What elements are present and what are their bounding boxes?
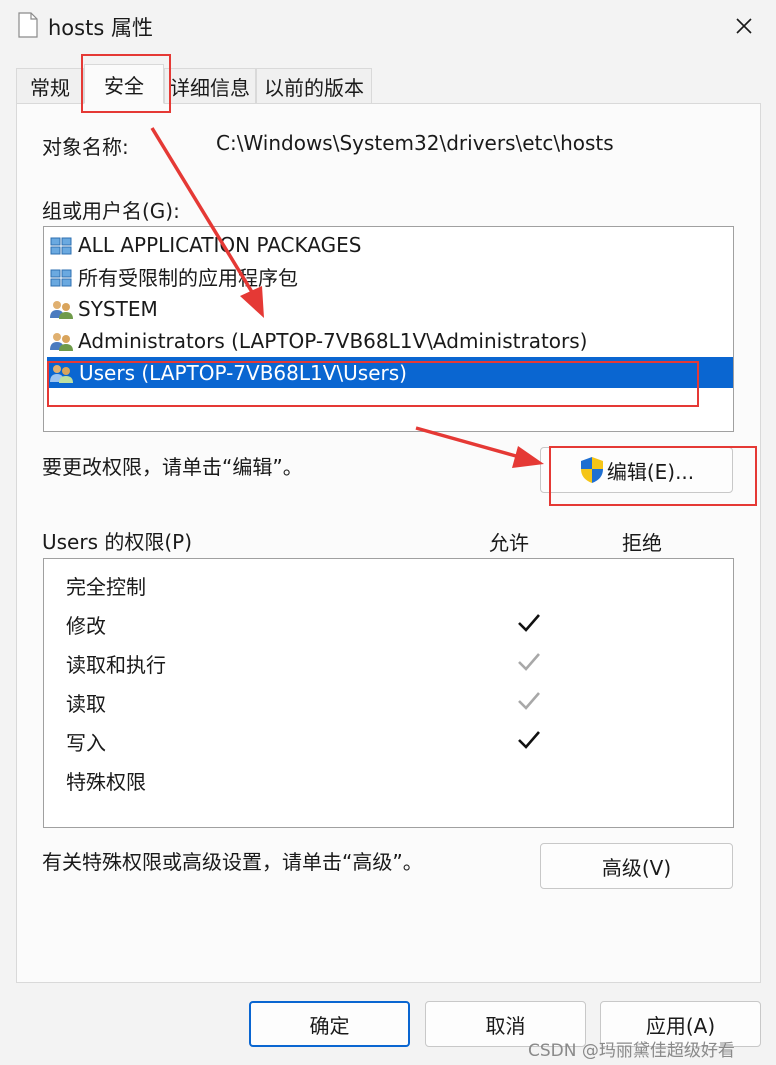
permission-name: 写入 bbox=[66, 731, 106, 755]
watermark: CSDN @玛丽黛佳超级好看 bbox=[528, 1041, 735, 1061]
object-name-value: C:\Windows\System32\drivers\etc\hosts bbox=[216, 131, 614, 155]
permission-row-full-control: 完全控制 bbox=[66, 565, 726, 604]
uac-shield-icon bbox=[580, 457, 603, 483]
advanced-button-label: 高级(V) bbox=[601, 855, 672, 880]
group-item-all-application-packages[interactable]: ALL APPLICATION PACKAGES bbox=[47, 229, 733, 260]
tab-general[interactable]: 常规 bbox=[16, 68, 84, 104]
ok-button[interactable]: 确定 bbox=[249, 1001, 410, 1047]
permission-row-write: 写入 bbox=[66, 721, 726, 760]
checkmark-icon bbox=[518, 692, 540, 710]
deny-column-header: 拒绝 bbox=[622, 531, 662, 555]
groups-listbox[interactable]: ALL APPLICATION PACKAGES 所有受限制的应用程序包 SYS… bbox=[43, 226, 734, 432]
permission-row-special: 特殊权限 bbox=[66, 760, 726, 799]
users-group-icon bbox=[50, 364, 73, 383]
group-item-restricted-packages[interactable]: 所有受限制的应用程序包 bbox=[47, 261, 733, 292]
tab-security[interactable]: 安全 bbox=[84, 64, 164, 104]
permission-row-read-execute: 读取和执行 bbox=[66, 643, 726, 682]
close-button[interactable] bbox=[716, 4, 772, 48]
checkmark-icon bbox=[518, 614, 540, 632]
tab-label: 详细信息 bbox=[170, 76, 250, 100]
permission-name: 特殊权限 bbox=[66, 770, 146, 794]
ok-button-label: 确定 bbox=[309, 1013, 350, 1038]
group-name: 所有受限制的应用程序包 bbox=[78, 266, 298, 290]
package-group-icon bbox=[50, 269, 72, 286]
permissions-label: Users 的权限(P) bbox=[42, 530, 193, 554]
group-item-users[interactable]: Users (LAPTOP-7VB68L1V\Users) bbox=[47, 357, 733, 388]
users-group-icon bbox=[50, 300, 73, 319]
permission-row-modify: 修改 bbox=[66, 604, 726, 643]
checkmark-icon bbox=[518, 653, 540, 671]
group-item-system[interactable]: SYSTEM bbox=[47, 293, 733, 324]
window-title: hosts 属性 bbox=[48, 16, 153, 40]
groups-label: 组或用户名(G): bbox=[42, 199, 180, 223]
group-item-administrators[interactable]: Administrators (LAPTOP-7VB68L1V\Administ… bbox=[47, 325, 733, 356]
edit-hint: 要更改权限，请单击“编辑”。 bbox=[42, 455, 303, 479]
advanced-button[interactable]: 高级(V) bbox=[540, 843, 733, 889]
group-name: SYSTEM bbox=[78, 296, 158, 321]
checkmark-icon bbox=[518, 731, 540, 749]
group-name: ALL APPLICATION PACKAGES bbox=[78, 232, 362, 257]
cancel-button-label: 取消 bbox=[485, 1013, 526, 1038]
permission-row-read: 读取 bbox=[66, 682, 726, 721]
tab-previous-versions[interactable]: 以前的版本 bbox=[256, 68, 372, 104]
properties-window: hosts 属性 常规 安全 详细信息 以前的版本 对象名称: C:\Windo… bbox=[0, 0, 776, 1065]
advanced-hint: 有关特殊权限或高级设置，请单击“高级”。 bbox=[42, 850, 423, 874]
tab-label: 安全 bbox=[104, 73, 144, 98]
permission-name: 读取和执行 bbox=[66, 653, 166, 677]
tab-label: 以前的版本 bbox=[264, 76, 364, 100]
edit-button[interactable]: 编辑(E)... bbox=[540, 447, 733, 493]
permission-name: 完全控制 bbox=[66, 575, 146, 599]
close-icon bbox=[736, 18, 752, 34]
group-name: Users (LAPTOP-7VB68L1V\Users) bbox=[78, 359, 410, 386]
edit-button-label: 编辑(E)... bbox=[606, 459, 695, 484]
apply-button-label: 应用(A) bbox=[645, 1013, 716, 1038]
permission-name: 修改 bbox=[66, 614, 106, 638]
allow-column-header: 允许 bbox=[489, 531, 529, 555]
tab-label: 常规 bbox=[30, 76, 70, 100]
package-group-icon bbox=[50, 237, 72, 254]
object-name-label: 对象名称: bbox=[42, 135, 129, 159]
tab-details[interactable]: 详细信息 bbox=[164, 68, 256, 104]
users-group-icon bbox=[50, 332, 73, 351]
permission-name: 读取 bbox=[66, 692, 106, 716]
permissions-listbox: 完全控制 修改 读取和执行 读取 写入 特殊权限 bbox=[43, 558, 734, 828]
title-bar: hosts 属性 bbox=[0, 0, 776, 52]
group-name: Administrators (LAPTOP-7VB68L1V\Administ… bbox=[78, 328, 588, 353]
file-icon bbox=[18, 12, 38, 38]
